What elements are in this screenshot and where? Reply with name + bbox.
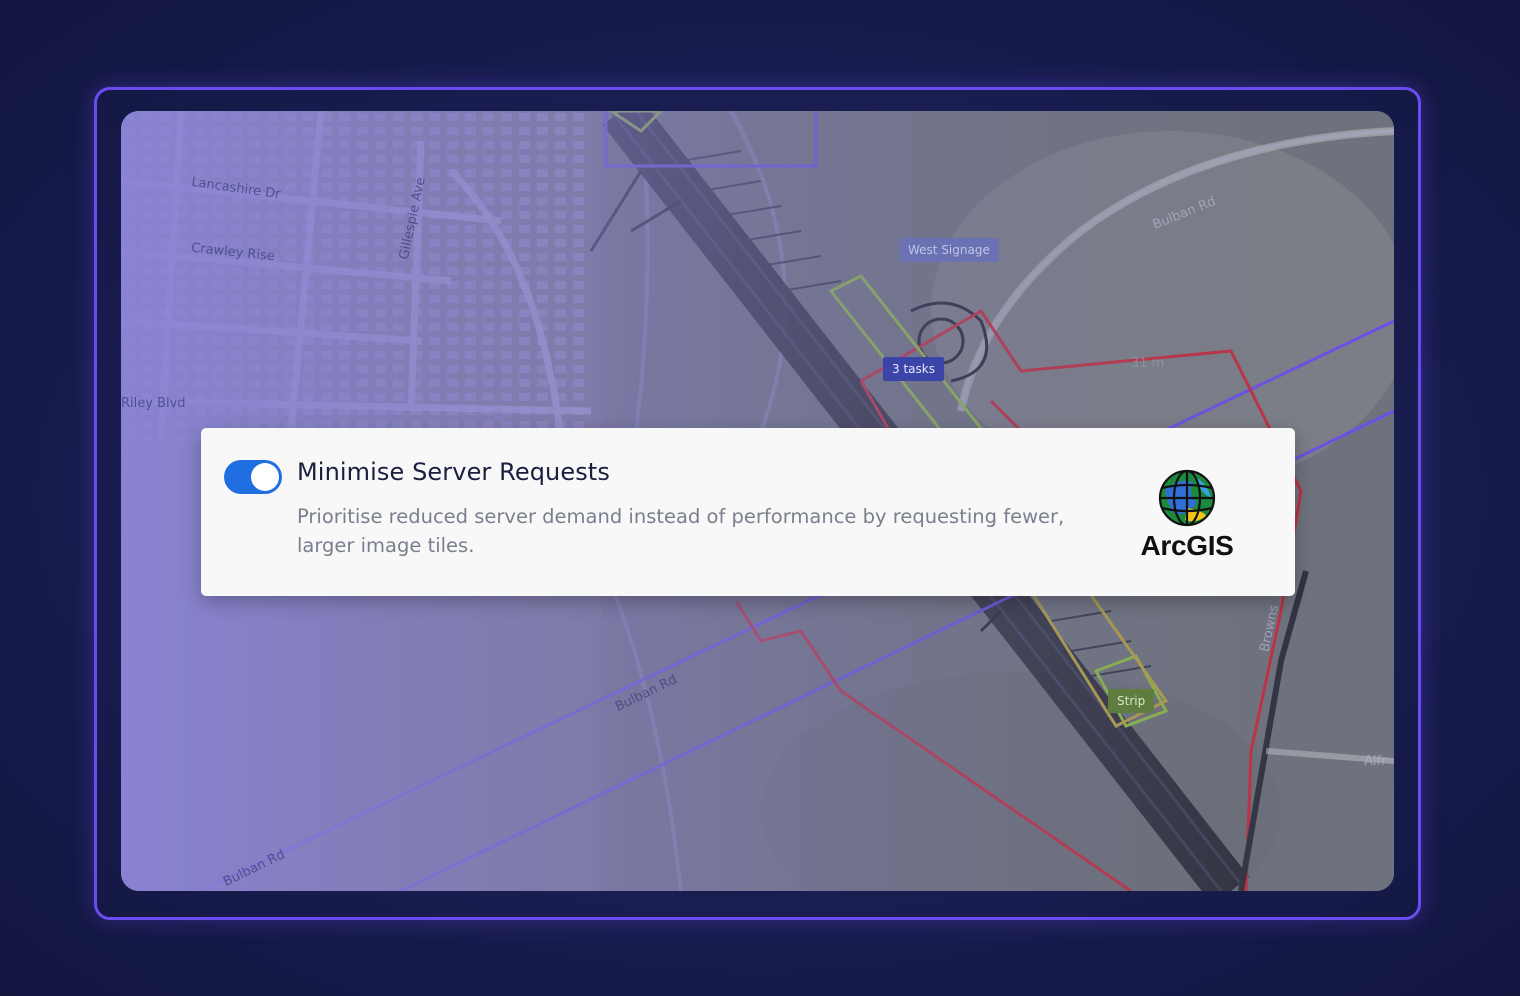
setting-title: Minimise Server Requests bbox=[297, 458, 610, 486]
street-label-riley: Riley Blvd bbox=[121, 396, 186, 411]
setting-card: Minimise Server Requests Prioritise redu… bbox=[201, 428, 1295, 596]
arcgis-logo: ArcGIS bbox=[1131, 468, 1243, 562]
logo-text: ArcGIS bbox=[1140, 530, 1234, 561]
toggle-knob bbox=[251, 463, 279, 491]
minimise-requests-toggle[interactable] bbox=[224, 460, 282, 494]
map-marker-tasks[interactable]: 3 tasks bbox=[883, 357, 944, 381]
setting-description: Prioritise reduced server demand instead… bbox=[297, 505, 1065, 557]
map-marker-west-signage[interactable]: West Signage bbox=[899, 238, 999, 262]
elevation-label: 31 m bbox=[1131, 356, 1165, 371]
arcgis-globe-icon bbox=[1158, 469, 1216, 527]
map-marker-strip[interactable]: Strip bbox=[1108, 689, 1155, 713]
street-label-alfred: Alfr bbox=[1364, 754, 1387, 769]
